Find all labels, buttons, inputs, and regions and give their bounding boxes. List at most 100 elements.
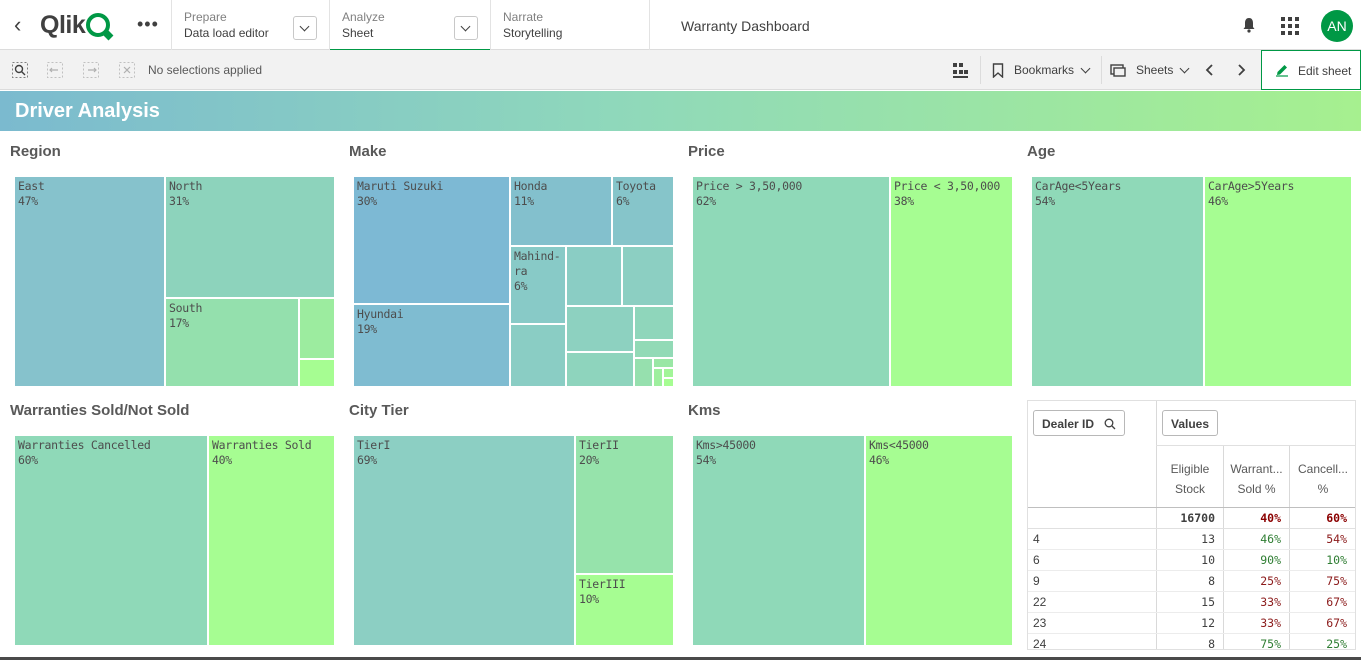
nav-narrate[interactable]: Narrate Storytelling xyxy=(490,0,650,50)
dealer-id-dimension-button[interactable]: Dealer ID xyxy=(1033,410,1125,436)
treemap-cell-north[interactable]: North 31% xyxy=(165,176,335,298)
bookmark-icon xyxy=(992,62,1004,78)
treemap-cell-small[interactable] xyxy=(622,246,674,306)
sold-pct-cell: 46% xyxy=(1260,532,1281,546)
cancel-pct-cell: 75% xyxy=(1326,574,1347,588)
cancel-pct-cell: 67% xyxy=(1326,616,1347,630)
table-row[interactable]: 9 8 25% 75% xyxy=(1028,571,1355,592)
user-avatar[interactable]: AN xyxy=(1321,10,1353,42)
total-sold-pct: 40% xyxy=(1260,511,1281,525)
treemap-cell-small[interactable] xyxy=(566,246,622,306)
treemap-cell-age-over-5[interactable]: CarAge>5Years 46% xyxy=(1204,176,1352,387)
eligible-stock-cell: 13 xyxy=(1201,532,1215,546)
treemap-cell-east[interactable]: East 47% xyxy=(14,176,165,387)
selections-toolbar: No selections applied Bookmarks Sheets E… xyxy=(0,50,1361,90)
region-treemap[interactable]: East 47% North 31% South 17% xyxy=(14,176,335,387)
table-row[interactable]: 24 8 75% 25% xyxy=(1028,634,1355,650)
treemap-cell-south[interactable]: South 17% xyxy=(165,298,299,387)
step-back-icon[interactable] xyxy=(47,62,63,78)
nav-prepare[interactable]: Prepare Data load editor xyxy=(171,0,329,50)
treemap-cell-tier1[interactable]: TierI 69% xyxy=(353,435,575,646)
notification-bell-icon[interactable] xyxy=(1241,17,1257,33)
city-tier-treemap[interactable]: TierI 69% TierII 20% TierIII 10% xyxy=(353,435,674,646)
treemap-cell-small[interactable] xyxy=(663,378,674,387)
treemap-cell-small[interactable] xyxy=(634,340,674,358)
make-treemap[interactable]: Maruti Suzuki 30% Hyundai 19% Honda 11% Toy… xyxy=(353,176,674,387)
treemap-cell-small[interactable] xyxy=(634,306,674,340)
table-row[interactable]: 23 12 33% 67% xyxy=(1028,613,1355,634)
region-chart-title: Region xyxy=(10,143,61,160)
column-header-cancelled[interactable]: Cancell...% xyxy=(1290,459,1355,499)
prepare-dropdown-icon[interactable] xyxy=(293,16,317,40)
edit-sheet-button[interactable]: Edit sheet xyxy=(1261,50,1361,90)
table-row[interactable]: 22 15 33% 67% xyxy=(1028,592,1355,613)
back-arrow-icon[interactable]: ‹ xyxy=(14,14,34,38)
cancel-pct-cell: 54% xyxy=(1326,532,1347,546)
top-navigation-bar: ‹ Qlik ••• Prepare Data load editor Anal… xyxy=(0,0,1361,51)
values-button[interactable]: Values xyxy=(1162,410,1218,436)
treemap-cell-warranties-sold[interactable]: Warranties Sold 40% xyxy=(208,435,335,646)
treemap-cell-small[interactable] xyxy=(566,352,634,387)
dealer-id-cell[interactable]: 9 xyxy=(1033,574,1040,588)
table-row[interactable]: 4 13 46% 54% xyxy=(1028,529,1355,550)
column-header-warranties-sold[interactable]: Warrant... Sold % xyxy=(1224,459,1289,499)
sold-pct-cell: 75% xyxy=(1260,637,1281,650)
treemap-cell-small[interactable] xyxy=(299,298,335,359)
treemap-cell-small[interactable] xyxy=(510,324,566,387)
bookmarks-button[interactable]: Bookmarks xyxy=(992,50,1091,90)
sold-pct-cell: 33% xyxy=(1260,595,1281,609)
cancel-pct-cell: 25% xyxy=(1326,637,1347,650)
apps-grid-icon[interactable] xyxy=(1281,17,1299,35)
dealer-id-cell[interactable]: 4 xyxy=(1033,532,1040,546)
treemap-cell-mahindra[interactable]: Mahind-ra 6% xyxy=(510,246,566,324)
age-treemap[interactable]: CarAge<5Years 54% CarAge>5Years 46% xyxy=(1031,176,1352,387)
analyze-dropdown-icon[interactable] xyxy=(454,16,478,40)
treemap-cell-small[interactable] xyxy=(566,306,634,352)
treemap-cell-hyundai[interactable]: Hyundai 19% xyxy=(353,304,510,387)
dealer-id-cell[interactable]: 6 xyxy=(1033,553,1040,567)
city-tier-chart-title: City Tier xyxy=(349,402,409,419)
treemap-cell-honda[interactable]: Honda 11% xyxy=(510,176,612,246)
qlik-logo[interactable]: Qlik xyxy=(40,11,111,39)
dealer-id-cell[interactable]: 23 xyxy=(1033,616,1046,630)
treemap-cell-tier3[interactable]: TierIII 10% xyxy=(575,574,674,646)
price-treemap[interactable]: Price > 3,50,000 62% Price < 3,50,000 38% xyxy=(692,176,1013,387)
treemap-cell-kms-below[interactable]: Kms<45000 46% xyxy=(865,435,1013,646)
treemap-cell-kms-above[interactable]: Kms>45000 54% xyxy=(692,435,865,646)
total-cancel-pct: 60% xyxy=(1326,511,1347,525)
dealer-pivot-table[interactable]: Dealer ID Values Eligible Stock Warrant..… xyxy=(1027,400,1356,650)
sold-pct-cell: 90% xyxy=(1260,553,1281,567)
treemap-cell-small[interactable] xyxy=(634,358,653,387)
dealer-id-cell[interactable]: 22 xyxy=(1033,595,1046,609)
treemap-cell-tier2[interactable]: TierII 20% xyxy=(575,435,674,574)
kms-treemap[interactable]: Kms>45000 54% Kms<45000 46% xyxy=(692,435,1013,646)
sheet-title: Driver Analysis xyxy=(15,100,160,122)
warranties-treemap[interactable]: Warranties Cancelled 60% Warranties Sold 4… xyxy=(14,435,335,646)
sheet-grid-icon[interactable] xyxy=(952,62,969,79)
treemap-cell-toyota[interactable]: Toyota 6% xyxy=(612,176,674,246)
table-row[interactable]: 6 10 90% 10% xyxy=(1028,550,1355,571)
treemap-cell-maruti-suzuki[interactable]: Maruti Suzuki 30% xyxy=(353,176,510,304)
column-header-eligible-stock[interactable]: Eligible Stock xyxy=(1157,459,1223,499)
treemap-cell-price-above[interactable]: Price > 3,50,000 62% xyxy=(692,176,890,387)
treemap-cell-price-below[interactable]: Price < 3,50,000 38% xyxy=(890,176,1013,387)
more-options-icon[interactable]: ••• xyxy=(137,14,159,35)
treemap-cell-warranties-cancelled[interactable]: Warranties Cancelled 60% xyxy=(14,435,208,646)
treemap-cell-small[interactable] xyxy=(663,368,674,378)
previous-sheet-icon[interactable] xyxy=(1205,63,1215,77)
smart-search-icon[interactable] xyxy=(12,62,28,78)
clear-selections-icon[interactable] xyxy=(119,62,135,78)
treemap-cell-small[interactable] xyxy=(653,368,663,387)
sheets-button[interactable]: Sheets xyxy=(1110,50,1190,90)
dealer-id-cell[interactable]: 24 xyxy=(1033,637,1046,649)
eligible-stock-cell: 8 xyxy=(1208,637,1215,650)
chevron-down-icon xyxy=(1179,63,1190,73)
treemap-cell-small[interactable] xyxy=(299,359,335,387)
kms-chart-title: Kms xyxy=(688,402,721,419)
nav-analyze[interactable]: Analyze Sheet xyxy=(329,0,490,51)
treemap-cell-age-under-5[interactable]: CarAge<5Years 54% xyxy=(1031,176,1204,387)
next-sheet-icon[interactable] xyxy=(1236,63,1246,77)
step-forward-icon[interactable] xyxy=(83,62,99,78)
treemap-cell-small[interactable] xyxy=(653,358,674,368)
total-eligible-stock: 16700 xyxy=(1180,511,1215,525)
